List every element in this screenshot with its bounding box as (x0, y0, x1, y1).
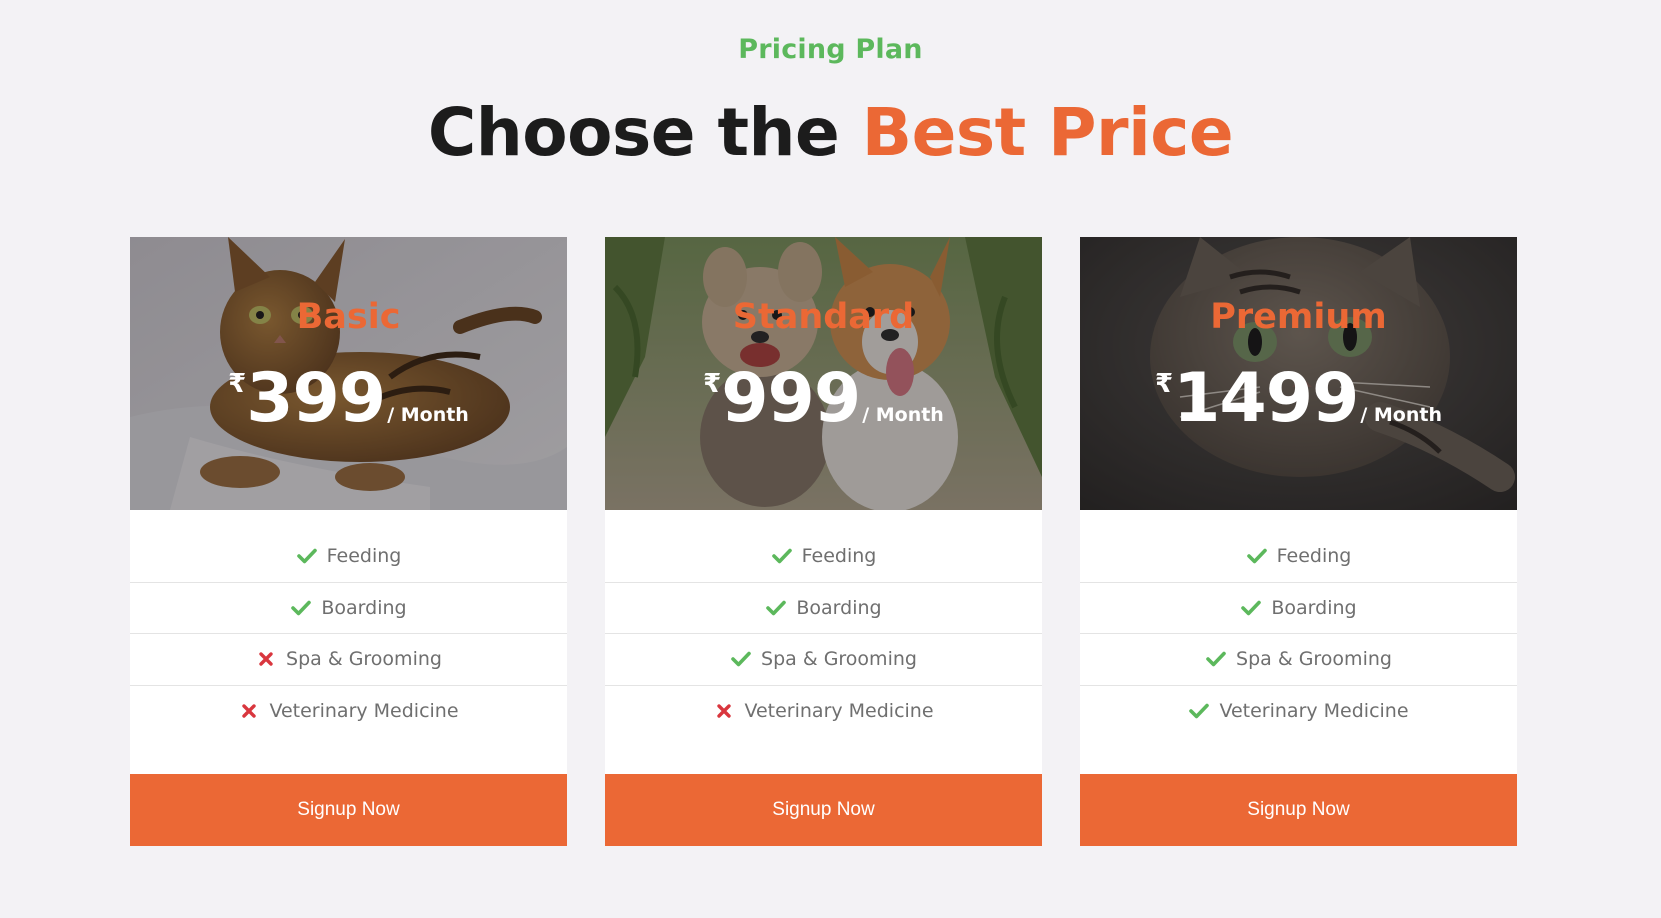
pricing-card-standard: Standard ₹999/ Month Feeding Boarding Sp… (605, 237, 1042, 846)
section-eyebrow: Pricing Plan (738, 34, 923, 65)
feature-list: Feeding Boarding Spa & Grooming Veterina… (1080, 510, 1517, 737)
feature-list: Feeding Boarding Spa & Grooming Veterina… (605, 510, 1042, 737)
plan-price: ₹1499/ Month (1080, 365, 1517, 433)
feature-label: Veterinary Medicine (744, 700, 934, 723)
feature-list: Feeding Boarding Spa & Grooming Veterina… (130, 510, 567, 737)
signup-button[interactable]: Signup Now (1080, 774, 1517, 846)
feature-item: Boarding (605, 583, 1042, 634)
x-icon (255, 648, 277, 670)
feature-item: Veterinary Medicine (1080, 686, 1517, 738)
feature-label: Feeding (326, 545, 402, 568)
check-icon (730, 648, 752, 670)
feature-label: Spa & Grooming (1236, 648, 1392, 671)
price-amount: 1499 (1173, 359, 1359, 438)
feature-label: Boarding (321, 596, 407, 619)
check-icon (771, 545, 793, 567)
feature-label: Feeding (801, 545, 877, 568)
check-icon (1246, 545, 1268, 567)
feature-item: Boarding (130, 583, 567, 634)
feature-item: Feeding (1080, 531, 1517, 583)
feature-label: Veterinary Medicine (1219, 700, 1409, 723)
plan-price: ₹399/ Month (130, 365, 567, 433)
feature-label: Spa & Grooming (286, 648, 442, 671)
check-icon (1240, 597, 1262, 619)
x-icon (713, 700, 735, 722)
plan-name: Premium (1210, 297, 1387, 337)
signup-button[interactable]: Signup Now (605, 774, 1042, 846)
pricing-card-premium: Premium ₹1499/ Month Feeding Boarding Sp… (1080, 237, 1517, 846)
title-main: Choose the (427, 94, 862, 171)
card-image: Premium ₹1499/ Month (1080, 237, 1517, 510)
feature-item: Spa & Grooming (1080, 634, 1517, 686)
currency-symbol: ₹ (1154, 369, 1174, 399)
page-title: Choose the Best Price (0, 94, 1661, 171)
card-image: Standard ₹999/ Month (605, 237, 1042, 510)
plan-price: ₹999/ Month (605, 365, 1042, 433)
price-period: / Month (862, 404, 944, 426)
plan-name: Basic (296, 297, 401, 337)
feature-item: Veterinary Medicine (130, 686, 567, 738)
feature-item: Feeding (130, 531, 567, 583)
signup-button[interactable]: Signup Now (130, 774, 567, 846)
feature-label: Spa & Grooming (761, 648, 917, 671)
check-icon (1188, 700, 1210, 722)
price-period: / Month (387, 404, 469, 426)
plan-name: Standard (732, 297, 915, 337)
price-period: / Month (1360, 404, 1442, 426)
feature-item: Feeding (605, 531, 1042, 583)
pricing-card-basic: Basic ₹399/ Month Feeding Boarding Spa &… (130, 237, 567, 846)
feature-item: Boarding (1080, 583, 1517, 634)
x-icon (238, 700, 260, 722)
feature-item: Spa & Grooming (605, 634, 1042, 686)
feature-item: Spa & Grooming (130, 634, 567, 686)
feature-item: Veterinary Medicine (605, 686, 1042, 738)
check-icon (1205, 648, 1227, 670)
feature-label: Boarding (1271, 596, 1357, 619)
check-icon (765, 597, 787, 619)
check-icon (296, 545, 318, 567)
feature-label: Feeding (1276, 545, 1352, 568)
feature-label: Boarding (796, 596, 882, 619)
card-image: Basic ₹399/ Month (130, 237, 567, 510)
feature-label: Veterinary Medicine (269, 700, 459, 723)
title-accent: Best Price (861, 94, 1234, 171)
price-amount: 999 (721, 359, 861, 438)
price-amount: 399 (246, 359, 386, 438)
currency-symbol: ₹ (703, 369, 722, 399)
currency-symbol: ₹ (228, 369, 247, 399)
check-icon (290, 597, 312, 619)
